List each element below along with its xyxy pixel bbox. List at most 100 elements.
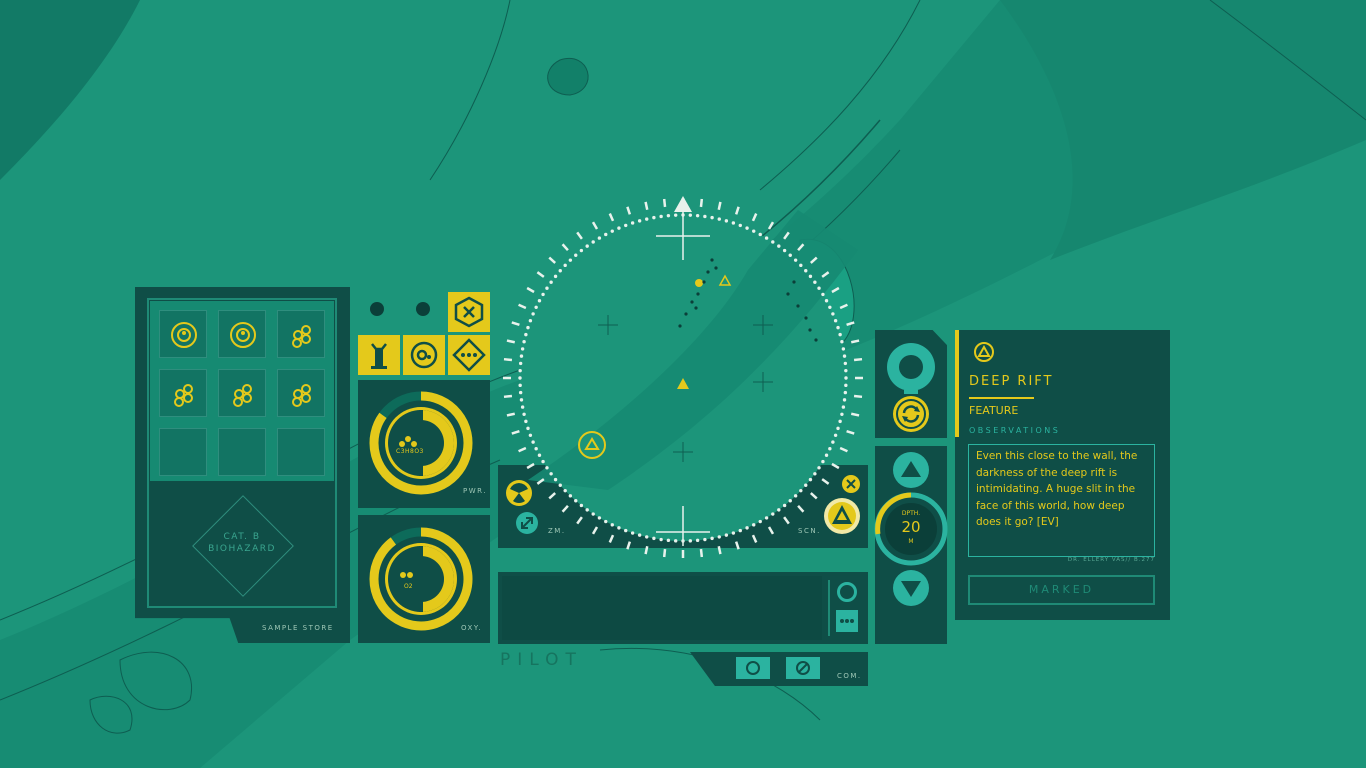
scanner-ring-dot <box>817 286 821 290</box>
scanner-ring-dot <box>524 332 528 337</box>
scanner-ring-dot <box>838 332 842 337</box>
scanner-tick <box>608 534 615 543</box>
sample-slot-empty[interactable] <box>277 428 325 476</box>
console-circle-button[interactable] <box>837 582 857 602</box>
scanner-ring-dot <box>531 440 535 444</box>
console-more-button[interactable] <box>836 610 858 632</box>
cluster-icon <box>233 384 252 407</box>
scanner-tick <box>850 339 860 344</box>
sample-slot[interactable] <box>218 369 266 417</box>
zoom-out-button[interactable] <box>516 512 538 534</box>
scanner-display <box>503 196 863 558</box>
sample-slot[interactable] <box>277 369 325 417</box>
scanner-ring-dot <box>659 214 663 219</box>
scanner-ring-dot <box>831 312 835 316</box>
scan-target-button[interactable] <box>842 475 860 493</box>
scanner-tick <box>591 526 599 535</box>
scanner-ring-dot <box>824 453 829 457</box>
scanner-tick <box>518 446 527 453</box>
sample-slot-empty[interactable] <box>218 428 266 476</box>
scan-mode-button[interactable] <box>403 335 445 375</box>
scanner-ring-dot <box>673 539 678 543</box>
comms-panel <box>690 652 868 686</box>
drone-button[interactable] <box>358 335 400 375</box>
scanner-tick <box>839 303 848 310</box>
scanner-ring-dot <box>842 398 847 402</box>
comms-label: COM. <box>837 672 862 680</box>
scanner-tick <box>576 231 583 240</box>
scanner-ring-dot <box>666 213 671 218</box>
scanner-ring-dot <box>604 519 608 524</box>
scanner-tick <box>699 198 704 208</box>
scan-button[interactable] <box>824 498 860 534</box>
scanner-tick <box>576 516 583 525</box>
scanner-ring-dot <box>563 488 567 493</box>
oxygen-label: OXY. <box>461 624 482 632</box>
scanner-ring-dot <box>630 221 635 225</box>
scanner-ring-dot <box>585 508 589 512</box>
scanner-ring-dot <box>673 213 678 217</box>
scanner-ring-dot <box>833 433 838 437</box>
scanner-ring-dot <box>833 319 838 323</box>
scanner-ring-dot <box>568 258 573 262</box>
depth-label: DPTH. <box>901 510 921 517</box>
menu-button[interactable] <box>448 335 490 375</box>
sample-slot[interactable] <box>218 310 266 358</box>
ascend-button[interactable] <box>893 452 929 488</box>
scanner-ring-dot <box>659 537 663 542</box>
sync-button[interactable] <box>893 396 929 432</box>
depth-unit: M <box>908 538 914 545</box>
scanner-tick <box>734 541 740 550</box>
scanner-ring-dot <box>843 390 848 395</box>
scanner-ring-dot <box>836 325 840 330</box>
comms-mute-button[interactable] <box>786 657 820 679</box>
zoom-button[interactable] <box>506 480 532 506</box>
scanner-ring-dot <box>804 483 808 487</box>
sample-slot[interactable] <box>159 369 207 417</box>
scanner-ring-dot <box>717 535 721 539</box>
thruster-ring-button[interactable] <box>887 343 935 391</box>
scanner-ring-dot <box>610 523 614 527</box>
scanner-ring-dot <box>524 419 528 424</box>
scanner-ring-dot <box>597 516 602 520</box>
sample-slot-empty[interactable] <box>159 428 207 476</box>
scanner-tick <box>561 243 569 252</box>
down-triangle-icon <box>901 581 921 597</box>
scanner-ring-dot <box>518 368 522 373</box>
scanner-tick <box>548 492 557 500</box>
scanner-tick <box>831 462 840 470</box>
descend-button[interactable] <box>893 570 929 606</box>
thruster-bar <box>904 390 918 394</box>
scanner-ring-dot <box>793 258 798 262</box>
scanner-tick <box>751 534 758 543</box>
scanner-ring-dot <box>844 376 848 380</box>
power-label: PWR. <box>463 487 487 495</box>
scanner-tick <box>503 394 513 399</box>
scanner-ring-dot <box>703 537 707 542</box>
sample-slot[interactable] <box>277 310 325 358</box>
scanner-ring-dot <box>617 226 621 230</box>
scanner-ring-dot <box>813 280 817 284</box>
console-side-strip <box>828 580 830 636</box>
scanner-ring-dot <box>518 390 523 395</box>
scanner-ring-dot <box>821 292 825 297</box>
comms-circle-button[interactable] <box>736 657 770 679</box>
scanner-ring-dot <box>645 217 649 221</box>
scanner-tick <box>751 213 758 222</box>
scanner-ring-dot <box>788 499 792 503</box>
cell-icon <box>230 322 256 348</box>
scanner-ring-dot <box>821 459 825 464</box>
scanner-tick <box>797 504 805 513</box>
scanner-tick <box>767 526 775 535</box>
scanner-ring-dot <box>724 219 729 223</box>
scanner-ring-dot <box>545 286 549 290</box>
power-gauge <box>369 391 473 495</box>
indicator-dot <box>370 302 384 316</box>
close-hex-button[interactable] <box>448 292 490 332</box>
marked-button[interactable]: MARKED <box>968 575 1155 605</box>
sample-slot[interactable] <box>159 310 207 358</box>
more-dots-icon <box>840 619 854 623</box>
scanner-tick <box>734 206 740 215</box>
scanner-ring-dot <box>731 531 736 535</box>
cluster-icon <box>292 325 311 348</box>
